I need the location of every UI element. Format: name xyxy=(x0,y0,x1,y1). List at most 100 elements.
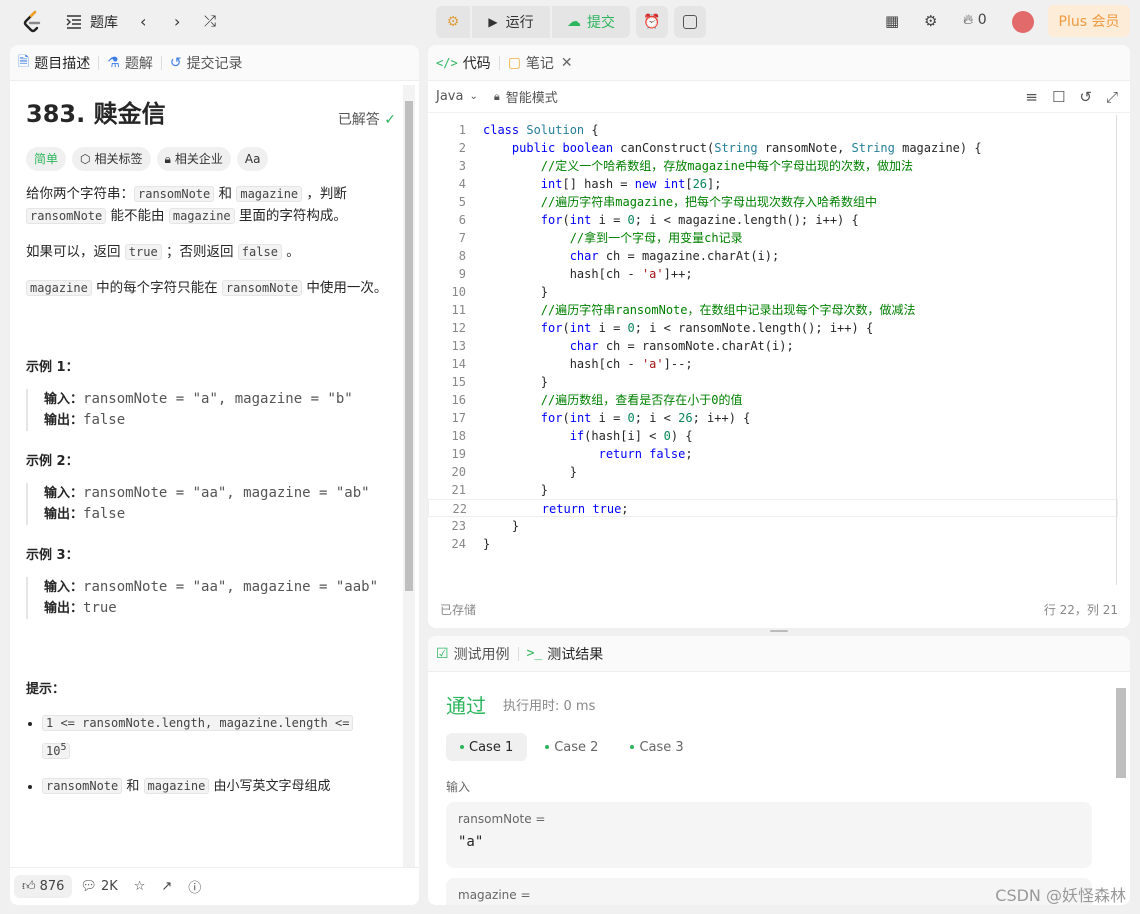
tag-icon: ⬡ xyxy=(80,152,91,166)
tab-test-results-label: 测试结果 xyxy=(547,646,604,663)
code-line[interactable]: 3 //定义一个哈希数组，存放magazine中每个字母出现的次数，做加法 xyxy=(428,157,1118,175)
code-line[interactable]: 4 int[] hash = new int[26]; xyxy=(428,175,1118,193)
tab-code[interactable]: </> 代码 xyxy=(428,53,499,73)
scrollbar-thumb[interactable] xyxy=(405,101,413,591)
timer-button[interactable]: ⏰ xyxy=(636,6,668,38)
inline-code: magazine xyxy=(236,186,303,202)
tab-notes-label: 笔记 xyxy=(525,55,554,72)
code-line[interactable]: 5 //遍历字符串magazine，把每个字母出现次数存入哈希数组中 xyxy=(428,193,1118,211)
example-2: 示例 2： 输入：ransomNote = "aa", magazine = "… xyxy=(26,451,396,525)
code-line[interactable]: 20 } xyxy=(428,463,1118,481)
code-line[interactable]: 24} xyxy=(428,535,1118,553)
code-line[interactable]: 1 class Solution { xyxy=(428,121,1118,139)
code-line[interactable]: 19 return false; xyxy=(428,445,1118,463)
line-number: 18 xyxy=(451,429,466,443)
avatar[interactable] xyxy=(1012,11,1034,33)
run-button[interactable]: ▶ 运行 xyxy=(472,6,550,38)
pass-dot xyxy=(630,745,635,749)
problem-list-button[interactable]: 题库 xyxy=(66,12,118,32)
note-button[interactable] xyxy=(674,6,706,38)
comment-icon: 💬︎ xyxy=(80,879,97,894)
streak-counter[interactable]: 🔥︎ 0 xyxy=(963,12,987,28)
case-tab-3[interactable]: Case 3 xyxy=(616,733,697,761)
code-line[interactable]: 9 hash[ch - 'a']++; xyxy=(428,265,1118,283)
code-line[interactable]: 23 } xyxy=(428,517,1118,535)
code-line[interactable]: 21 } xyxy=(428,481,1118,499)
like-button[interactable]: 👍︎ 876 xyxy=(14,875,73,898)
comments-button[interactable]: 💬︎ 2K xyxy=(72,875,125,898)
fullscreen-icon[interactable]: ⤢ xyxy=(1106,88,1118,106)
problem-panel: 🗎︎ 题目描述 ⚗ 题解 ↺ 提交记录 383. 赎金信 已解答 ✓ 简单 ⬡ 相… xyxy=(10,45,419,905)
code-line[interactable]: 22 return true; xyxy=(428,499,1118,517)
code-line[interactable]: 14 hash[ch - 'a']--; xyxy=(428,355,1118,373)
tab-test-results[interactable]: >_ 测试结果 xyxy=(519,644,612,664)
favorite-button[interactable]: ☆ xyxy=(126,875,154,898)
code-text: } xyxy=(483,285,549,299)
code-line[interactable]: 6 for(int i = 0; i < magazine.length(); … xyxy=(428,211,1118,229)
next-problem-icon[interactable]: › xyxy=(174,12,180,31)
code-text: //拿到一个字母，用变量ch记录 xyxy=(569,231,743,245)
code-editor[interactable]: 1 class Solution {2 public boolean canCon… xyxy=(428,121,1118,553)
code-text: if(hash[i] < 0) { xyxy=(569,429,693,443)
description-scrollbar[interactable] xyxy=(403,85,415,867)
resize-handle[interactable] xyxy=(770,630,788,632)
random-problem-icon[interactable]: ⤮ xyxy=(204,12,216,30)
format-icon[interactable]: ≡ xyxy=(1025,88,1038,106)
case-tab-2[interactable]: Case 2 xyxy=(531,733,612,761)
reset-icon[interactable]: ↺ xyxy=(1079,88,1092,106)
bookmark-icon[interactable]: ☐ xyxy=(1052,88,1065,106)
prev-problem-icon[interactable]: ‹ xyxy=(140,12,146,31)
translate-icon: Aa xyxy=(244,152,261,166)
help-button[interactable]: ⓘ xyxy=(180,873,209,900)
smart-mode-toggle[interactable]: 🔒︎ 智能模式 xyxy=(478,87,558,107)
problem-list-label: 题库 xyxy=(90,15,118,31)
variable-value[interactable]: "a" xyxy=(458,834,1080,850)
code-line[interactable]: 11 //遍历字符串ransomNote，在数组中记录出现每个字母次数，做减法 xyxy=(428,301,1118,319)
code-line[interactable]: 8 char ch = magazine.charAt(i); xyxy=(428,247,1118,265)
tab-submissions[interactable]: ↺ 提交记录 xyxy=(162,53,251,73)
scrollbar-thumb[interactable] xyxy=(1116,688,1126,778)
example-1: 示例 1： 输入：ransomNote = "a", magazine = "b… xyxy=(26,357,396,431)
translate-button[interactable]: Aa xyxy=(236,147,269,171)
close-icon[interactable]: ✕ xyxy=(561,55,573,71)
editor-scrollbar[interactable] xyxy=(1116,115,1117,585)
language-select[interactable]: Java ⌄ xyxy=(428,89,478,104)
input-section-label: 输入 xyxy=(446,780,471,794)
line-number: 21 xyxy=(451,483,466,497)
code-line[interactable]: 2 public boolean canConstruct(String ran… xyxy=(428,139,1118,157)
example-block: 输入：ransomNote = "aa", magazine = "aab" 输… xyxy=(26,577,396,619)
code-line[interactable]: 13 char ch = ransomNote.charAt(i); xyxy=(428,337,1118,355)
play-icon: ▶ xyxy=(488,15,498,29)
leetcode-logo[interactable] xyxy=(22,10,42,34)
code-line[interactable]: 18 if(hash[i] < 0) { xyxy=(428,427,1118,445)
code-line[interactable]: 10 } xyxy=(428,283,1118,301)
share-button[interactable]: ↗ xyxy=(153,875,180,898)
bottom-actions: 👍︎ 876 💬︎ 2K ☆ ↗ ⓘ xyxy=(10,867,419,905)
example-output: false xyxy=(83,412,126,428)
tab-solutions[interactable]: ⚗ 题解 xyxy=(99,53,161,73)
text: 能不能由 xyxy=(106,208,169,224)
tab-notes[interactable]: ▢ 笔记 ✕ xyxy=(500,53,581,73)
code-text: //遍历字符串ransomNote，在数组中记录出现每个字母次数，做减法 xyxy=(540,303,916,317)
case-tab-1[interactable]: Case 1 xyxy=(446,733,528,761)
related-companies-button[interactable]: 🔒︎ 相关企业 xyxy=(156,147,231,171)
related-tags-button[interactable]: ⬡ 相关标签 xyxy=(72,147,151,171)
tab-description[interactable]: 🗎︎ 题目描述 xyxy=(10,51,98,75)
description-paragraph-3: magazine 中的每个字符只能在 ransomNote 中使用一次。 xyxy=(26,277,396,299)
tab-test-cases[interactable]: ☑ 测试用例 xyxy=(428,644,518,664)
results-scrollbar[interactable] xyxy=(1114,676,1126,905)
code-line[interactable]: 16 //遍历数组，查看是否存在小于0的值 xyxy=(428,391,1118,409)
code-line[interactable]: 15 } xyxy=(428,373,1118,391)
variable-name: ransomNote = xyxy=(458,812,546,826)
cursor-position: 行 22，列 21 xyxy=(1043,603,1118,617)
debug-button[interactable]: ⚙ xyxy=(436,6,470,38)
submit-button[interactable]: ☁ 提交 xyxy=(552,6,630,38)
code-line[interactable]: 7 //拿到一个字母，用变量ch记录 xyxy=(428,229,1118,247)
code-line[interactable]: 12 for(int i = 0; i < ransomNote.length(… xyxy=(428,319,1118,337)
layout-grid-icon[interactable]: ▦ xyxy=(885,12,899,30)
plus-membership-button[interactable]: Plus 会员 xyxy=(1048,5,1130,37)
code-line[interactable]: 17 for(int i = 0; i < 26; i++) { xyxy=(428,409,1118,427)
input-box-ransomnote: ransomNote = "a" xyxy=(446,802,1092,868)
settings-gear-icon[interactable]: ⚙ xyxy=(924,12,937,30)
line-number: 7 xyxy=(458,231,466,245)
